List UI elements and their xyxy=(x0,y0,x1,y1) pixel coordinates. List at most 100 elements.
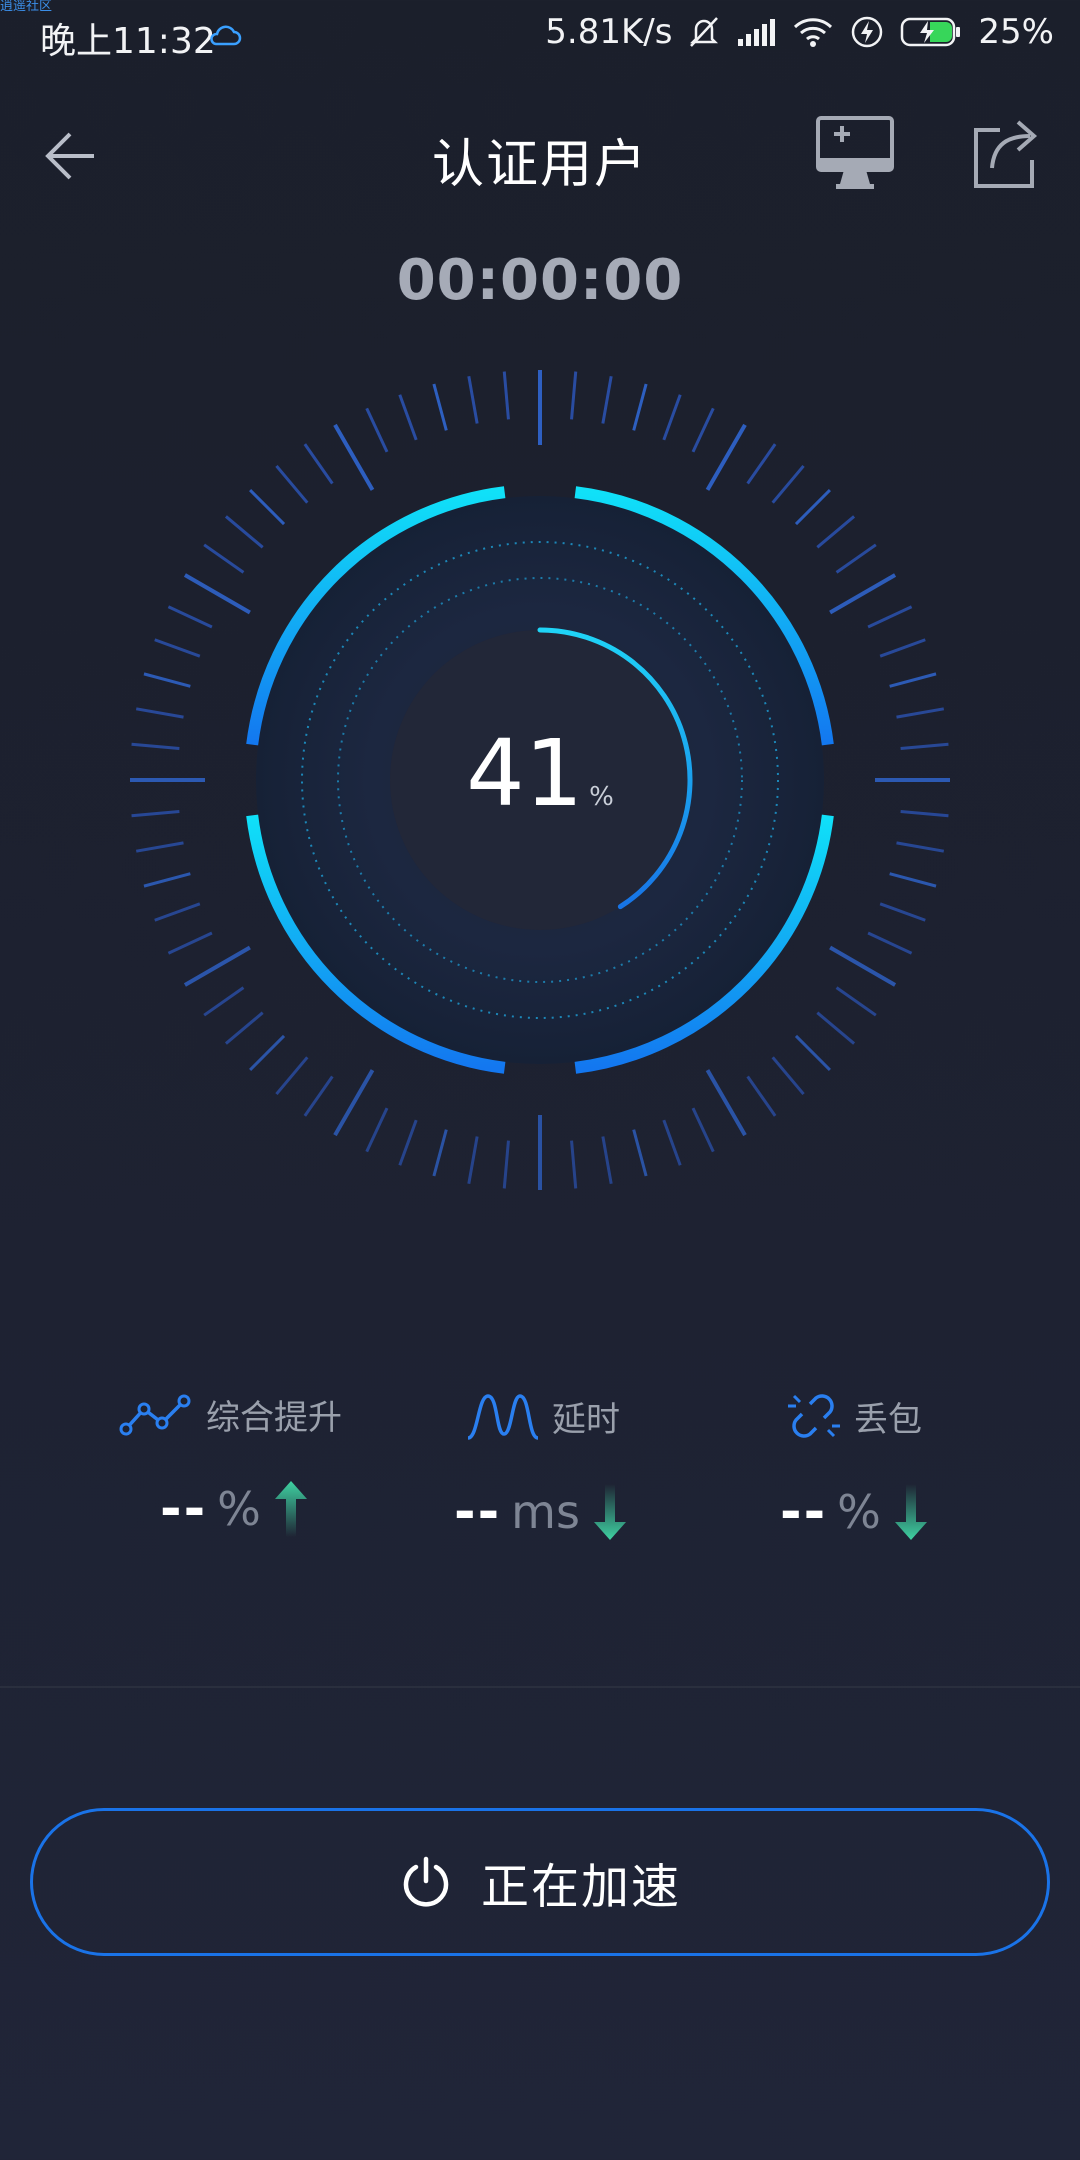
stat-latency-unit: ms xyxy=(511,1485,580,1539)
gauge-tick xyxy=(365,1107,389,1153)
gauge-tick xyxy=(867,931,913,955)
gauge-tick xyxy=(275,464,309,504)
gauge-tick xyxy=(224,1011,264,1045)
stat-boost-unit: % xyxy=(217,1482,261,1536)
page-title: 认证用户 xyxy=(431,135,648,195)
gauge-tick xyxy=(829,573,897,615)
gauge-tick xyxy=(867,605,913,629)
gauge-tick xyxy=(365,407,389,453)
gauge-tick xyxy=(203,986,245,1017)
gauge-tick xyxy=(835,986,877,1017)
progress-unit: % xyxy=(589,782,614,812)
stat-boost-label: 综合提升 xyxy=(206,1398,342,1438)
gauge-tick xyxy=(632,1129,648,1177)
share-icon[interactable] xyxy=(970,116,1042,192)
gauge-tick xyxy=(467,1136,479,1185)
gauge-tick xyxy=(154,638,201,658)
gauge-tick xyxy=(889,872,937,888)
status-right: 5.81K/s 25% xyxy=(545,12,1054,52)
gauge-tick xyxy=(154,902,201,922)
gauge-tick xyxy=(502,371,510,420)
status-bar: 晚上11:32 5.81K/s 25% xyxy=(0,0,1080,72)
gauge-tick xyxy=(705,423,747,491)
gauge-tick xyxy=(691,407,715,453)
gauge-tick xyxy=(135,707,184,719)
gauge-tick xyxy=(746,1075,777,1117)
gauge-tick xyxy=(879,638,926,658)
gauge-tick xyxy=(896,707,945,719)
gauge-tick xyxy=(203,543,245,574)
gauge-tick xyxy=(249,1034,286,1071)
gauge-tick xyxy=(570,1140,578,1189)
progress-readout: 41% xyxy=(0,720,1080,827)
charging-icon xyxy=(852,16,883,48)
gauge-tick xyxy=(746,443,777,485)
gauge-tick xyxy=(432,383,448,431)
gauge-tick xyxy=(771,1056,805,1096)
gauge-tick xyxy=(691,1107,715,1153)
stats-row: 综合提升 -- % 延时 -- ms 丢包 -- % xyxy=(0,1390,1080,1590)
gauge-tick xyxy=(183,573,251,615)
gauge-tick xyxy=(143,872,191,888)
stat-loss: 丢包 -- % xyxy=(780,1390,1080,1542)
gauge-tick xyxy=(183,945,251,987)
power-icon xyxy=(403,1856,449,1907)
gauge-tick xyxy=(816,1011,856,1045)
stat-boost-value: -- xyxy=(160,1479,208,1539)
monitor-add-icon[interactable] xyxy=(814,114,896,194)
stat-loss-unit: % xyxy=(837,1485,881,1539)
gauge-tick xyxy=(794,489,831,526)
progress-value: 41 xyxy=(466,720,584,827)
gauge-tick xyxy=(135,841,184,853)
broken-link-icon xyxy=(788,1394,840,1438)
battery-percent: 25% xyxy=(978,12,1054,52)
gauge-tick xyxy=(333,1069,375,1137)
gauge-tick xyxy=(835,543,877,574)
elapsed-timer: 00:00:00 xyxy=(396,248,684,313)
divider xyxy=(0,1686,1080,1688)
stat-boost: 综合提升 -- % xyxy=(118,1390,438,1539)
gauge-tick xyxy=(467,375,479,424)
arrow-up-icon xyxy=(274,1481,307,1537)
gauge-tick xyxy=(896,841,945,853)
gauge-tick xyxy=(794,1034,831,1071)
accelerate-button-label: 正在加速 xyxy=(480,1859,681,1915)
gauge-tick xyxy=(705,1069,747,1137)
gauge-tick xyxy=(662,1119,682,1166)
status-time: 晚上11:32 xyxy=(40,21,216,62)
gauge-tick xyxy=(601,1136,613,1185)
gauge-tick xyxy=(398,394,418,441)
net-speed: 5.81K/s xyxy=(545,12,673,52)
gauge-tick xyxy=(398,1119,418,1166)
trend-line-icon xyxy=(119,1394,191,1435)
gauge-tick xyxy=(879,902,926,922)
gauge-tick xyxy=(303,1075,334,1117)
gauge-tick xyxy=(889,672,937,688)
stat-loss-value: -- xyxy=(780,1482,828,1542)
gauge-tick xyxy=(432,1129,448,1177)
header: 认证用户 xyxy=(0,110,1080,240)
wifi-icon xyxy=(794,18,833,47)
battery-icon xyxy=(901,17,961,47)
gauge-tick xyxy=(632,383,648,431)
gauge-tick xyxy=(816,515,856,549)
gauge-tick xyxy=(275,1056,309,1096)
stat-loss-label: 丢包 xyxy=(854,1399,922,1440)
gauge-tick xyxy=(771,464,805,504)
accelerate-button[interactable]: 正在加速 xyxy=(30,1808,1050,1956)
gauge-tick xyxy=(249,489,286,526)
gauge-tick xyxy=(167,931,213,955)
gauge-tick xyxy=(570,371,578,420)
gauge-tick xyxy=(502,1140,510,1189)
stat-latency: 延时 -- ms xyxy=(454,1390,784,1542)
signal-icon xyxy=(738,19,776,46)
stat-latency-label: 延时 xyxy=(552,1399,620,1440)
cloud-icon xyxy=(210,25,242,46)
gauge-tick xyxy=(662,394,682,441)
stat-latency-value: -- xyxy=(454,1482,502,1542)
gauge-tick xyxy=(167,605,213,629)
wave-icon xyxy=(467,1394,539,1440)
gauge-tick xyxy=(333,423,375,491)
arrow-down-icon xyxy=(593,1484,626,1540)
arrow-down-icon xyxy=(894,1484,927,1540)
